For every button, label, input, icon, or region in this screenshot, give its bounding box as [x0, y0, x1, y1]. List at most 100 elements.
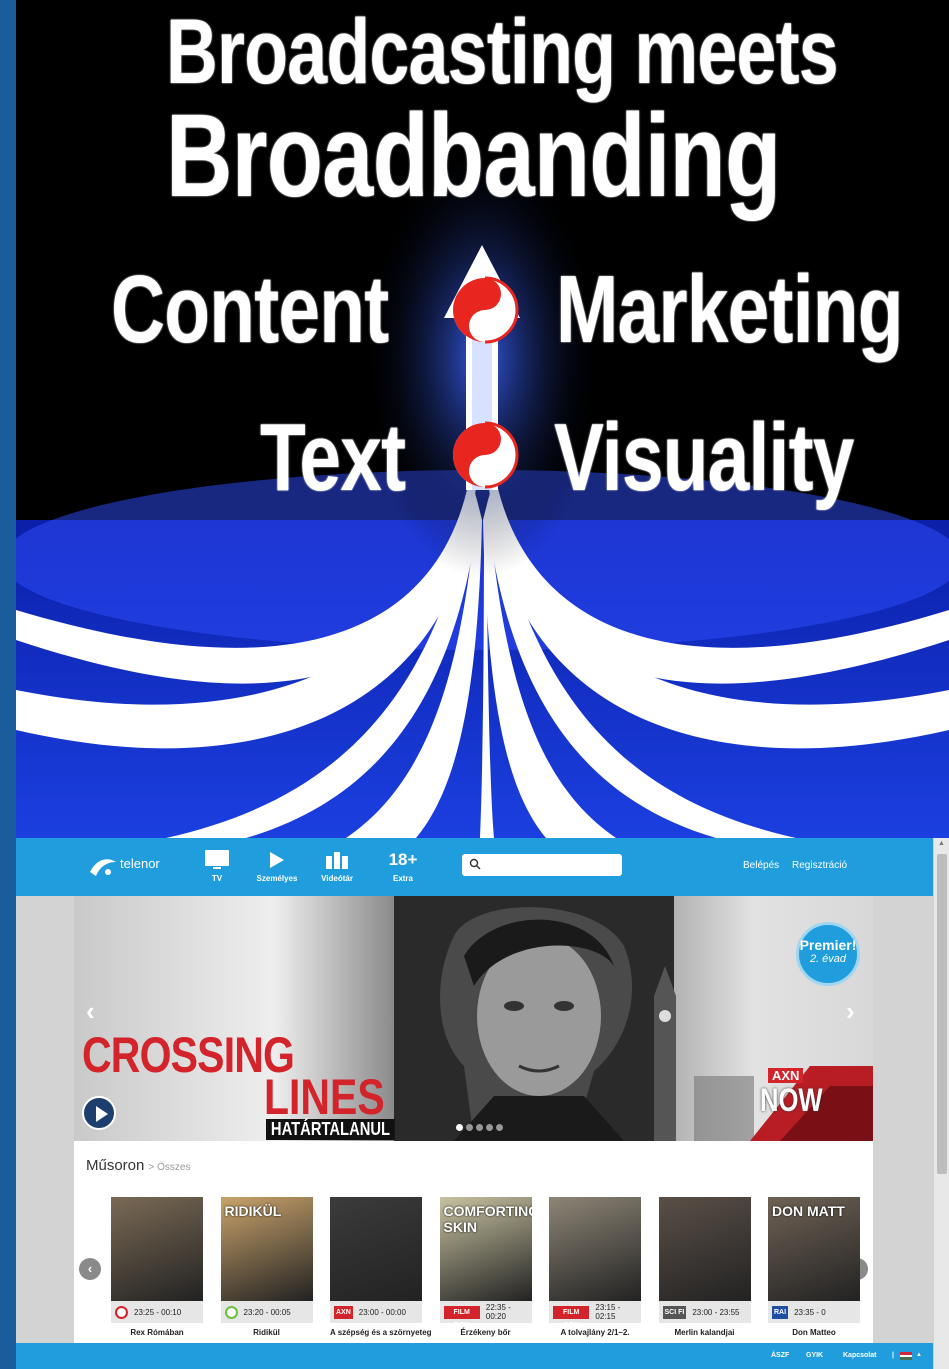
program-thumbnail[interactable] — [658, 1197, 751, 1301]
program-card[interactable]: COMFORTING SKIN FILM BOX 22:35 - 00:20 Érzé… — [439, 1197, 532, 1337]
row2-left-label: Text — [260, 404, 406, 511]
scroll-up-arrow-icon[interactable]: ▲ — [938, 840, 945, 847]
hero-dot[interactable] — [456, 1124, 463, 1131]
big-ben-illustration — [654, 966, 754, 1141]
hero-dot[interactable] — [476, 1124, 483, 1131]
program-thumbnail-text: RIDIKÜL — [224, 1203, 282, 1219]
channel-logo-icon: SCI FI — [662, 1305, 687, 1319]
program-time: 23:00 - 23:55 — [692, 1307, 740, 1317]
program-thumbnail[interactable]: COMFORTING SKIN — [439, 1197, 532, 1301]
hero-tagline: HATÁRTALANUL — [266, 1119, 395, 1140]
hungarian-flag-icon[interactable] — [900, 1352, 912, 1360]
program-thumbnail[interactable] — [330, 1197, 422, 1301]
premier-badge: Premier! 2. évad — [796, 922, 860, 986]
channel-logo-icon: RAI — [772, 1305, 789, 1319]
nav-library[interactable]: Videótár — [302, 848, 372, 883]
program-time: 23:25 - 00:10 — [134, 1307, 182, 1317]
nav-extra-label: Extra — [392, 874, 413, 883]
language-dropdown-icon[interactable]: ▲ — [916, 1352, 922, 1358]
brand-name: telenor — [120, 856, 160, 871]
program-card[interactable]: FILM BOX 23:15 - 02:15 A tolvajlány 2/1–2. — [549, 1197, 641, 1337]
scrollbar-thumb[interactable] — [937, 854, 947, 1174]
program-time: 22:35 - 00:20 — [485, 1303, 511, 1321]
row2-right-label: Visuality — [554, 404, 854, 511]
program-title[interactable]: Merlin kalandjai — [659, 1328, 751, 1337]
section-breadcrumb[interactable]: > Összes — [149, 1162, 191, 1173]
headline-line2: Broadbanding — [166, 90, 781, 222]
program-time-bar: 23:25 - 00:10 — [111, 1301, 203, 1323]
hero-play-button[interactable] — [82, 1096, 116, 1130]
program-thumbnail-text: DON MATT — [772, 1203, 845, 1219]
program-time: 23:35 - 0 — [794, 1307, 826, 1317]
program-time-bar: FILM BOX 22:35 - 00:20 — [439, 1301, 532, 1329]
section-heading: Műsoron > Összes — [86, 1157, 191, 1174]
program-time-bar: RAI 23:35 - 0 — [768, 1301, 860, 1323]
hero-pagination — [456, 1124, 503, 1131]
hero-dot[interactable] — [486, 1124, 493, 1131]
program-time: 23:15 - 02:15 — [595, 1303, 621, 1321]
channel-logo-icon: AXN — [334, 1305, 353, 1319]
nav-extra[interactable]: 18+ Extra — [368, 848, 438, 883]
search-box[interactable] — [462, 854, 622, 876]
program-title[interactable]: A tolvajlány 2/1–2. — [549, 1328, 641, 1337]
channel-logo-icon — [115, 1305, 128, 1319]
program-title[interactable]: A szépség és a szörnyeteg — [330, 1328, 432, 1337]
row1-right-label: Marketing — [556, 256, 903, 363]
top-navigation-bar: telenor TV Személyes Videótár 18+ Extra — [16, 838, 933, 896]
hero-banner[interactable]: ‹ › CROSSING LINES HATÁRTALANUL Premier!… — [74, 896, 873, 1141]
poster: Broadcasting meets Broadbanding Content … — [16, 0, 949, 838]
program-thumbnail-text: COMFORTING SKIN — [443, 1203, 532, 1235]
program-card[interactable]: DON MATT RAI 23:35 - 0 Don Matteo — [768, 1197, 860, 1337]
hero-title-line2: LINES — [264, 1069, 385, 1125]
program-title[interactable]: Rex Rómában — [111, 1328, 203, 1337]
program-title[interactable]: Don Matteo — [768, 1328, 860, 1337]
nav-library-label: Videótár — [321, 874, 353, 883]
footer-terms-link[interactable]: ÁSZF — [771, 1352, 789, 1359]
program-thumbnail[interactable]: DON MATT — [768, 1197, 860, 1301]
program-time: 23:00 - 00:00 — [358, 1307, 406, 1317]
program-card[interactable]: 23:25 - 00:10 Rex Rómában — [111, 1197, 203, 1337]
footer-bar: ÁSZF GYIK Kapcsolat | ▲ — [16, 1343, 933, 1369]
program-time-bar: FILM BOX 23:15 - 02:15 — [549, 1301, 641, 1329]
footer-contact-link[interactable]: Kapcsolat — [843, 1352, 876, 1359]
premier-badge-title: Premier! — [799, 937, 857, 953]
adult-18-icon: 18+ — [388, 850, 418, 869]
channel-logo-icon: FILM BOX — [553, 1305, 590, 1329]
footer-separator: | — [892, 1352, 894, 1359]
hero-dot[interactable] — [496, 1124, 503, 1131]
channel-logo-icon: FILM BOX — [443, 1305, 480, 1329]
program-thumbnail[interactable] — [549, 1197, 641, 1301]
program-card[interactable]: RIDIKÜL 23:20 - 00:05 Ridikül — [220, 1197, 313, 1337]
program-card[interactable]: SCI FI 23:00 - 23:55 Merlin kalandjai — [658, 1197, 751, 1337]
program-time-bar: SCI FI 23:00 - 23:55 — [658, 1301, 751, 1323]
premier-badge-season: 2. évad — [809, 953, 847, 965]
search-input[interactable] — [484, 856, 616, 874]
register-link[interactable]: Regisztráció — [792, 860, 847, 871]
hero-dot[interactable] — [466, 1124, 473, 1131]
hero-title-line1: CROSSING — [82, 1027, 295, 1083]
program-thumbnail[interactable] — [111, 1197, 203, 1301]
row1-left-label: Content — [111, 256, 389, 363]
channel-logo-icon — [224, 1305, 238, 1319]
channel-logo-sub: NOW — [760, 1082, 823, 1118]
library-icon — [302, 848, 372, 872]
program-time: 23:20 - 00:05 — [243, 1307, 291, 1317]
now-playing-panel: Műsoron > Összes ‹ › 23:25 - 00:10Rex Ró… — [74, 1141, 873, 1369]
channel-logo: AXN NOW — [750, 1066, 873, 1141]
program-title[interactable]: Ridikül — [221, 1328, 313, 1337]
page-scrollbar[interactable]: ▲ — [933, 838, 949, 1369]
program-card[interactable]: AXN 23:00 - 00:00 A szépség és a szörnyete… — [330, 1197, 432, 1337]
carousel-prev-icon[interactable]: ‹ — [79, 1258, 101, 1280]
telenor-site-screenshot: telenor TV Személyes Videótár 18+ Extra — [16, 838, 949, 1369]
footer-faq-link[interactable]: GYIK — [806, 1352, 823, 1359]
hero-prev-arrow-icon[interactable]: ‹ — [86, 996, 95, 1027]
hero-next-arrow-icon[interactable]: › — [846, 996, 855, 1027]
program-thumbnail[interactable]: RIDIKÜL — [220, 1197, 313, 1301]
program-time-bar: AXN 23:00 - 00:00 — [330, 1301, 422, 1323]
headline-line1: Broadcasting meets — [166, 1, 839, 103]
hero-actor-image — [394, 896, 674, 1141]
section-title: Műsoron — [86, 1157, 145, 1174]
login-link[interactable]: Belépés — [743, 860, 779, 871]
channel-logo-name: AXN — [768, 1068, 804, 1083]
program-time-bar: 23:20 - 00:05 — [220, 1301, 313, 1323]
